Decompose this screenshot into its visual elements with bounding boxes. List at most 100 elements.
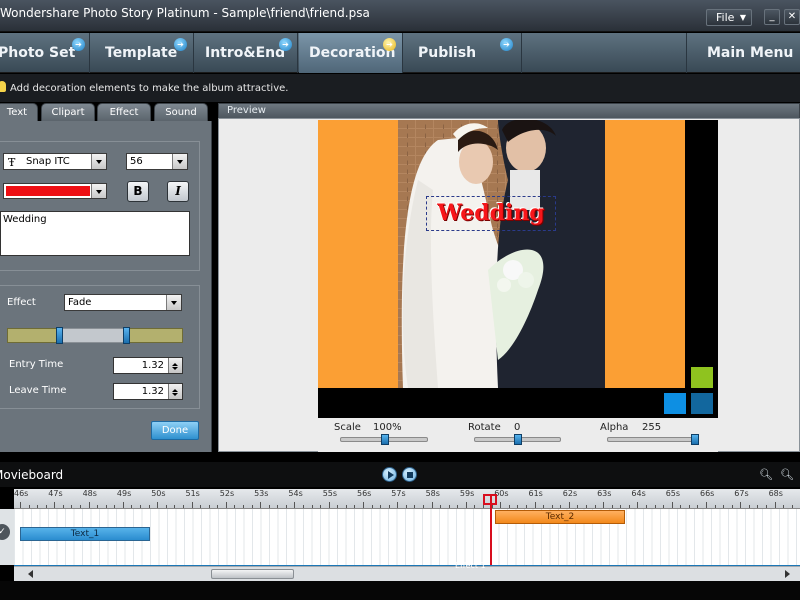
ruler-tick-mark	[791, 505, 793, 508]
leave-time-field[interactable]: 1.32	[113, 383, 183, 400]
clip-text-2[interactable]: Text_2	[495, 510, 625, 524]
scale-slider-thumb[interactable]	[381, 434, 389, 445]
font-size-select[interactable]: 56	[126, 153, 188, 170]
ruler-tick-mark	[508, 505, 510, 508]
ruler-tick-mark	[474, 505, 476, 508]
alpha-slider[interactable]	[607, 437, 698, 442]
subtab-effect[interactable]: Effect	[97, 103, 151, 121]
tab-publish[interactable]: Publish ➔	[404, 33, 522, 73]
ruler-tick-mark	[637, 502, 639, 508]
ruler-tick-mark	[585, 505, 587, 508]
subtab-clipart[interactable]: Clipart	[41, 103, 95, 121]
ruler-tick-mark	[277, 505, 279, 508]
color-swatch-darkblue[interactable]	[691, 393, 713, 414]
ruler-tick-mark	[268, 505, 270, 508]
timeline-scrollbar[interactable]	[14, 566, 800, 581]
text-overlay[interactable]: Wedding	[426, 198, 556, 228]
ruler-tick-label: 67s	[734, 489, 749, 498]
ruler-tick-mark	[28, 505, 30, 508]
scroll-left-icon[interactable]	[24, 570, 33, 578]
font-icon: Ŧ	[8, 156, 16, 169]
ruler-tick-mark	[294, 502, 296, 508]
timeline-ruler[interactable]: 46s 47s 48s 49s 50s 51s 52s 53s 54s 55s 56s 57s 58s 5…	[14, 489, 800, 509]
file-menu-button[interactable]: File ▼	[706, 9, 752, 26]
alpha-value: 255	[642, 422, 662, 433]
ruler-tick-mark	[405, 505, 407, 508]
rotate-slider-thumb[interactable]	[514, 434, 522, 445]
ruler-tick-label: 65s	[665, 489, 681, 498]
color-swatch-green[interactable]	[691, 367, 713, 388]
alpha-slider-thumb[interactable]	[691, 434, 699, 445]
entry-time-field[interactable]: 1.32	[113, 357, 183, 374]
tab-decoration[interactable]: Decoration ➔	[299, 33, 403, 73]
ruler-tick-mark	[140, 505, 142, 508]
ruler-tick-mark	[525, 505, 527, 508]
ruler-tick-mark	[285, 505, 287, 508]
text-input[interactable]: Wedding	[0, 211, 190, 256]
ruler-tick-mark	[594, 505, 596, 508]
ruler-tick-mark	[723, 505, 725, 508]
italic-button[interactable]: I	[167, 181, 189, 202]
main-menu-label: Main Menu	[707, 45, 794, 61]
ruler-tick-label: 46s	[14, 489, 29, 498]
ruler-tick-mark	[88, 502, 90, 508]
chevron-down-icon	[172, 154, 187, 169]
font-size-value: 56	[130, 156, 143, 167]
color-swatch-blue[interactable]	[664, 393, 686, 414]
scroll-right-icon[interactable]	[785, 570, 794, 578]
status-bar	[0, 581, 800, 600]
scrollbar-thumb[interactable]	[211, 569, 294, 579]
playhead[interactable]	[490, 495, 492, 570]
ruler-tick-mark	[354, 505, 356, 508]
play-button[interactable]	[382, 467, 397, 482]
zoom-in-icon[interactable]: 🔍︎	[780, 468, 794, 482]
close-icon: ✕	[787, 11, 797, 22]
ruler-tick-label: 57s	[391, 489, 406, 498]
ruler-tick-mark	[731, 505, 733, 508]
ruler-tick-mark	[200, 505, 202, 508]
ruler-tick-label: 52s	[219, 489, 235, 498]
ruler-tick-mark	[706, 502, 707, 508]
ruler-tick-mark	[465, 502, 467, 508]
ruler-tick-mark	[568, 502, 570, 508]
ruler-tick-mark	[157, 502, 159, 508]
font-select[interactable]: Ŧ Snap ITC	[3, 153, 107, 170]
ruler-tick-label: 61s	[528, 489, 543, 498]
leave-time-value: 1.32	[141, 386, 164, 397]
tab-intro-end-label: Intro&End	[205, 45, 286, 61]
ruler-tick-mark	[311, 505, 313, 508]
effect-track-label: Effect 1	[455, 561, 486, 570]
arrow-right-icon: ➔	[383, 38, 396, 51]
entry-time-handle[interactable]	[56, 327, 63, 344]
ruler-tick-mark	[345, 505, 347, 508]
leave-time-label: Leave Time	[9, 385, 67, 396]
done-button[interactable]: Done	[151, 421, 199, 440]
tab-intro-end[interactable]: Intro&End ➔	[195, 33, 298, 73]
ruler-tick-mark	[397, 502, 399, 508]
ruler-tick-label: 63s	[597, 489, 612, 498]
ruler-tick-mark	[225, 502, 227, 508]
ruler-tick-mark	[543, 505, 545, 508]
bold-button[interactable]: B	[127, 181, 149, 202]
zoom-out-icon[interactable]: 🔍︎	[759, 468, 773, 482]
main-menu-button[interactable]: Main Menu	[686, 33, 800, 73]
spinner-icon[interactable]	[168, 384, 182, 399]
spinner-icon[interactable]	[168, 358, 182, 373]
subtab-sound[interactable]: Sound	[154, 103, 208, 121]
leave-time-handle[interactable]	[123, 327, 130, 344]
template-background-right	[605, 120, 685, 388]
minimize-button[interactable]: _	[764, 9, 780, 25]
stop-button[interactable]	[402, 467, 417, 482]
ruler-tick-mark	[114, 505, 116, 508]
ruler-tick-label: 58s	[425, 489, 440, 498]
effect-select[interactable]: Fade	[64, 294, 182, 311]
clip-text-1[interactable]: Text_1	[20, 527, 150, 541]
close-button[interactable]: ✕	[784, 9, 800, 25]
tab-template[interactable]: Template ➔	[91, 33, 194, 73]
ruler-tick-label: 55s	[322, 489, 338, 498]
text-color-select[interactable]	[3, 183, 107, 199]
tab-photo-set[interactable]: Photo Set ➔	[0, 33, 90, 73]
ruler-tick-mark	[517, 505, 519, 508]
subtab-text[interactable]: Text	[0, 103, 38, 121]
chevron-down-icon: ▼	[739, 13, 746, 22]
